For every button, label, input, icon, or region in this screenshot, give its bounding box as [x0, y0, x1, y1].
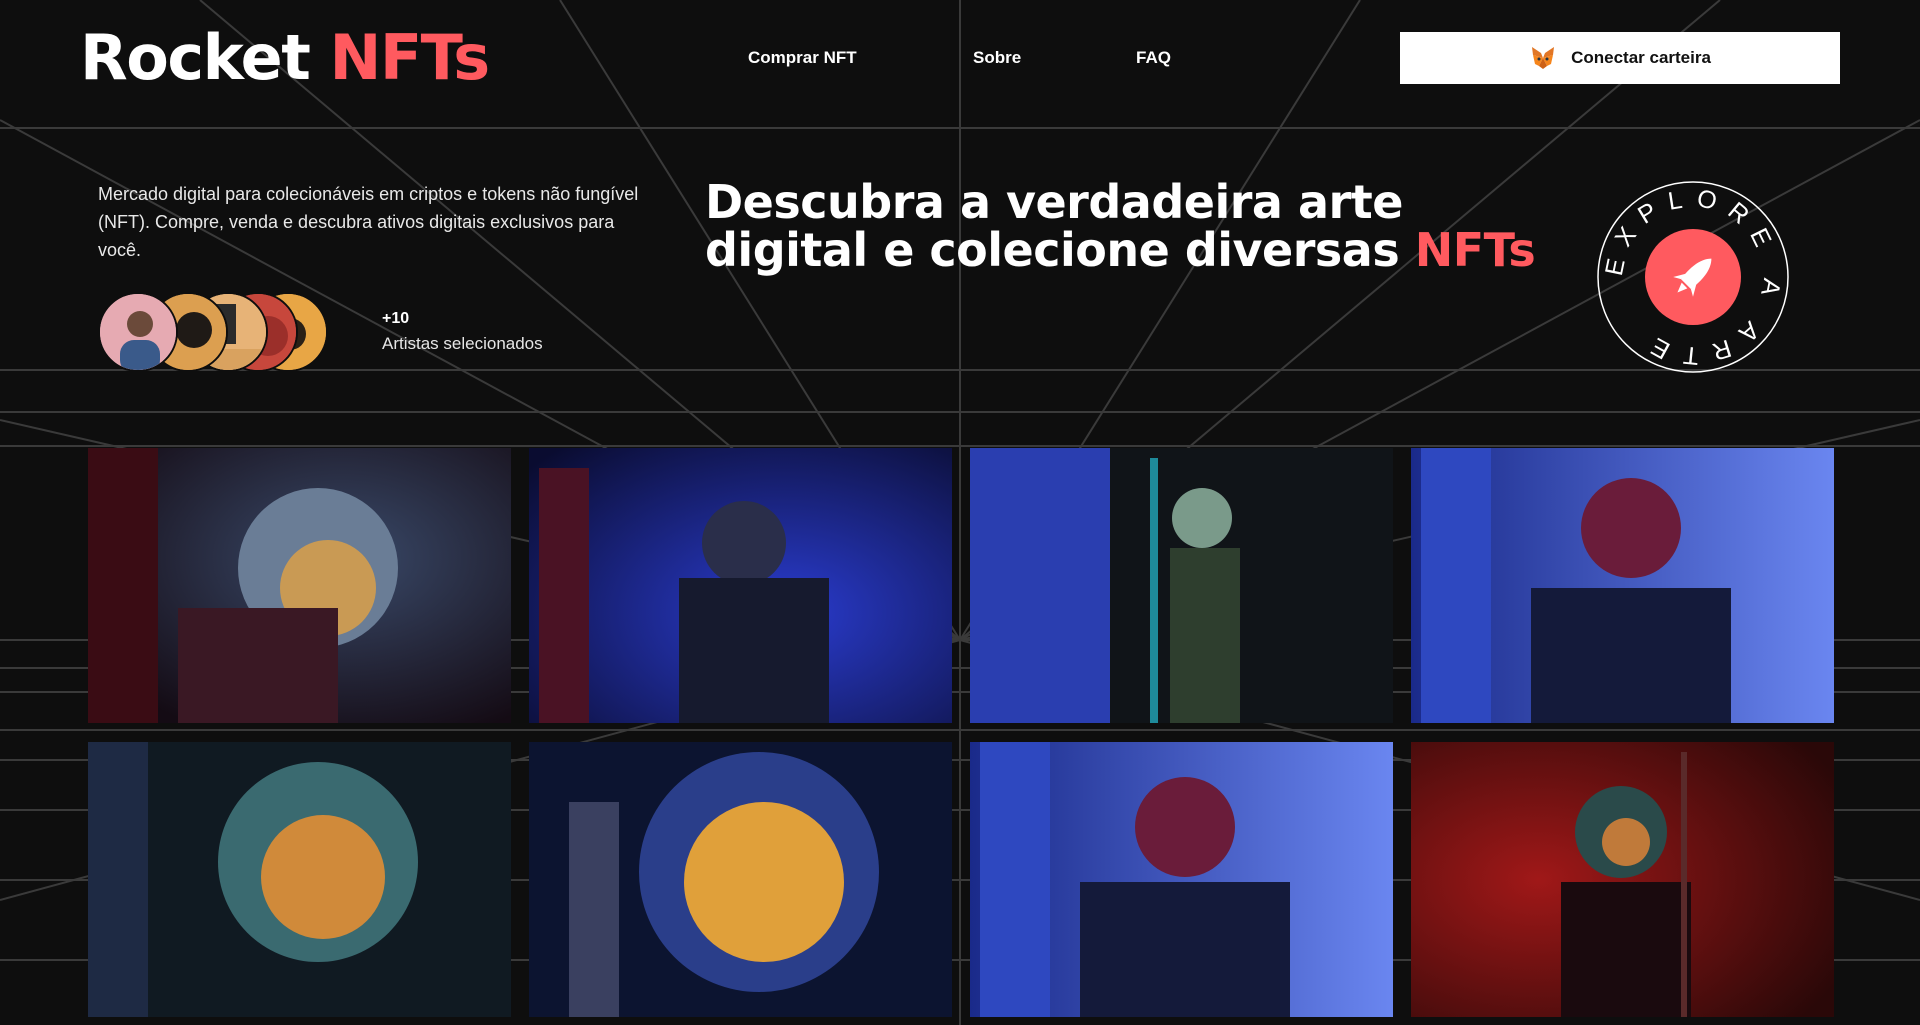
headline-accent: NFTs [1414, 223, 1536, 277]
avatar [98, 292, 178, 372]
gallery-tile[interactable] [529, 448, 952, 723]
logo-accent: NFTs [329, 21, 490, 94]
hero-description: Mercado digital para colecionáveis em cr… [98, 184, 639, 260]
hero-headline: Descubra a verdadeira arte digital e col… [705, 178, 1565, 274]
gallery-tile[interactable] [88, 742, 511, 1017]
metamask-fox-icon [1532, 47, 1555, 69]
gallery-tile[interactable] [529, 742, 952, 1017]
nav-sobre[interactable]: Sobre [973, 48, 1021, 68]
astronaut-photo [1411, 742, 1834, 1017]
artists-label: Artistas selecionados [382, 334, 543, 353]
nav-faq[interactable]: FAQ [1136, 48, 1171, 68]
astronaut-photo [88, 742, 511, 1017]
artists-count: +10 [382, 310, 410, 327]
gallery-tile[interactable] [970, 742, 1393, 1017]
explore-art-badge[interactable]: EXPLORE A ARTE [1596, 180, 1790, 374]
landing-page: Rocket NFTs Comprar NFT Sobre FAQ Conect… [0, 0, 1920, 1025]
astronaut-photo [1411, 448, 1834, 723]
logo-primary: Rocket [80, 21, 311, 94]
astronaut-photo [529, 448, 952, 723]
astronaut-photo [88, 448, 511, 723]
gallery-tile[interactable] [970, 448, 1393, 723]
connect-wallet-button[interactable]: Conectar carteira [1400, 32, 1840, 84]
gallery-tile[interactable] [88, 448, 511, 723]
headline-line2: digital e colecione diversas [705, 223, 1400, 277]
astronaut-photo [970, 742, 1393, 1017]
nft-gallery [88, 448, 1834, 1025]
gallery-tile[interactable] [1411, 448, 1834, 723]
astronaut-photo [529, 742, 952, 1017]
connect-wallet-label: Conectar carteira [1571, 48, 1711, 67]
artist-avatars [98, 292, 328, 372]
headline-line1: Descubra a verdadeira arte [705, 175, 1403, 229]
astronaut-photo [970, 448, 1393, 723]
gallery-tile[interactable] [1411, 742, 1834, 1017]
nav-comprar-nft[interactable]: Comprar NFT [748, 48, 857, 68]
logo[interactable]: Rocket NFTs [80, 21, 490, 94]
